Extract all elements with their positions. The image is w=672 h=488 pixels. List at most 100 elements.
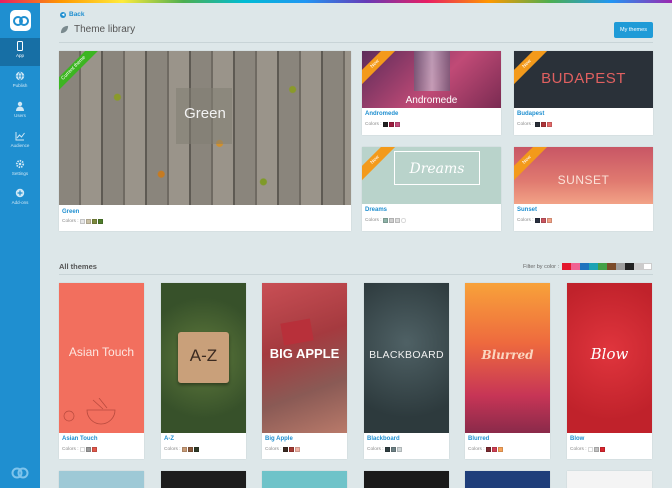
theme-card-a-z[interactable]: A-Z A-Z Colors : [161, 283, 246, 459]
theme-card-sunset[interactable]: SUNSET New Sunset Colors : [514, 147, 653, 231]
theme-card-andromede[interactable]: Andromede New Andromede Colors : [362, 51, 501, 135]
color-swatch [289, 447, 294, 452]
filter-swatch-grey[interactable] [616, 263, 626, 270]
filter-swatch-brown[interactable] [607, 263, 617, 270]
color-swatch [80, 219, 85, 224]
theme-card-big-apple[interactable]: BIG APPLE Big Apple Colors : [262, 283, 347, 459]
divider [59, 274, 653, 275]
sidebar-item-label: Users [14, 113, 26, 118]
preview-text: SUNSET [557, 173, 610, 187]
theme-name: Blow [570, 436, 585, 442]
filter-swatch-blue[interactable] [580, 263, 590, 270]
preview-building [414, 51, 450, 91]
theme-card-budapest[interactable]: BUDAPEST New Budapest Colors : [514, 51, 653, 135]
my-themes-button[interactable]: My themes [614, 22, 653, 38]
color-swatch [498, 447, 503, 452]
theme-card-partial[interactable] [567, 471, 652, 488]
top-color-bar [0, 0, 672, 3]
theme-card-partial[interactable] [364, 471, 449, 488]
colors-label: Colors : [517, 218, 534, 223]
color-swatch [391, 447, 396, 452]
theme-preview-image: BIG APPLE [262, 283, 347, 433]
sidebar-item-audience[interactable]: Audience [0, 128, 40, 156]
color-swatch [547, 218, 552, 223]
color-swatch [188, 447, 193, 452]
page-title-row: Theme library [60, 24, 135, 35]
color-swatch [535, 122, 540, 127]
globe-icon [15, 71, 25, 81]
theme-colors: Colors : [517, 218, 552, 223]
color-swatch [385, 447, 390, 452]
back-link[interactable]: ◂ Back [60, 11, 85, 18]
filter-swatch-pink[interactable] [571, 263, 581, 270]
phone-icon [17, 41, 23, 51]
filter-swatch-red[interactable] [562, 263, 572, 270]
all-themes-title: All themes [59, 262, 97, 271]
sidebar-item-publish[interactable]: Publish [0, 68, 40, 96]
theme-preview-image: A-Z [161, 283, 246, 433]
theme-preview-image: Green [59, 51, 351, 205]
colors-label: Colors : [365, 122, 382, 127]
filter-swatch-light-grey[interactable] [634, 263, 644, 270]
theme-colors: Colors : [365, 122, 400, 127]
theme-card-partial[interactable] [161, 471, 246, 488]
theme-colors: Colors : [265, 447, 300, 452]
theme-card-green[interactable]: Green Current theme Green Colors : [59, 51, 351, 231]
theme-card-blurred[interactable]: Blurred Blurred Colors : [465, 283, 550, 459]
preview-text: Green [184, 105, 226, 122]
color-swatch [92, 447, 97, 452]
preview-text: Andromede [405, 95, 458, 106]
sidebar-item-settings[interactable]: Settings [0, 156, 40, 184]
theme-name: Dreams [365, 207, 388, 213]
theme-card-asian-touch[interactable]: Asian Touch Asian Touch Colors : [59, 283, 144, 459]
filter-swatch-black[interactable] [625, 263, 635, 270]
theme-colors: Colors : [517, 122, 552, 127]
color-swatch [486, 447, 491, 452]
bowl-icon [63, 398, 116, 425]
footer-logo [10, 466, 30, 480]
colors-label: Colors : [62, 447, 79, 452]
theme-colors: Colors : [570, 447, 605, 452]
theme-card-partial[interactable] [262, 471, 347, 488]
filter-swatch-teal[interactable] [589, 263, 599, 270]
sidebar-item-users[interactable]: Users [0, 98, 40, 126]
sidebar-item-addons[interactable]: Add-ons [0, 185, 40, 213]
theme-preview-image: BLACKBOARD [364, 283, 449, 433]
theme-name: Big Apple [265, 436, 293, 442]
theme-card-partial[interactable] [465, 471, 550, 488]
color-swatch [86, 447, 91, 452]
filter-swatch-white[interactable] [643, 263, 653, 270]
color-swatch [401, 218, 406, 223]
sidebar: App Publish Users Audience Settings Add-… [0, 3, 40, 488]
preview-text: BUDAPEST [541, 70, 626, 87]
preview-sign [280, 318, 314, 346]
sidebar-item-label: Settings [11, 171, 29, 176]
color-swatch [295, 447, 300, 452]
theme-name: A-Z [164, 436, 174, 442]
colors-label: Colors : [265, 447, 282, 452]
theme-card-partial[interactable] [59, 471, 144, 488]
colors-label: Colors : [164, 447, 181, 452]
theme-colors: Colors : [164, 447, 199, 452]
theme-card-blackboard[interactable]: BLACKBOARD Blackboard Colors : [364, 283, 449, 459]
theme-colors: Colors : [62, 447, 97, 452]
theme-name: Asian Touch [62, 436, 98, 442]
color-swatch [92, 219, 97, 224]
colors-label: Colors : [62, 219, 79, 224]
color-swatch [389, 122, 394, 127]
sidebar-item-app[interactable]: App [0, 38, 40, 66]
color-swatch [80, 447, 85, 452]
color-swatch [383, 218, 388, 223]
color-swatch [541, 122, 546, 127]
theme-name: Blackboard [367, 436, 400, 442]
theme-card-dreams[interactable]: Dreams New Dreams Colors : [362, 147, 501, 231]
filter-swatch-green[interactable] [598, 263, 608, 270]
color-swatch [395, 122, 400, 127]
theme-colors: Colors : [367, 447, 402, 452]
preview-text: Dreams [409, 161, 465, 177]
app-logo[interactable] [10, 10, 31, 31]
theme-card-blow[interactable]: Blow Blow Colors : [567, 283, 652, 459]
back-label: Back [69, 11, 85, 18]
gear-icon [15, 159, 25, 169]
color-swatch [397, 447, 402, 452]
